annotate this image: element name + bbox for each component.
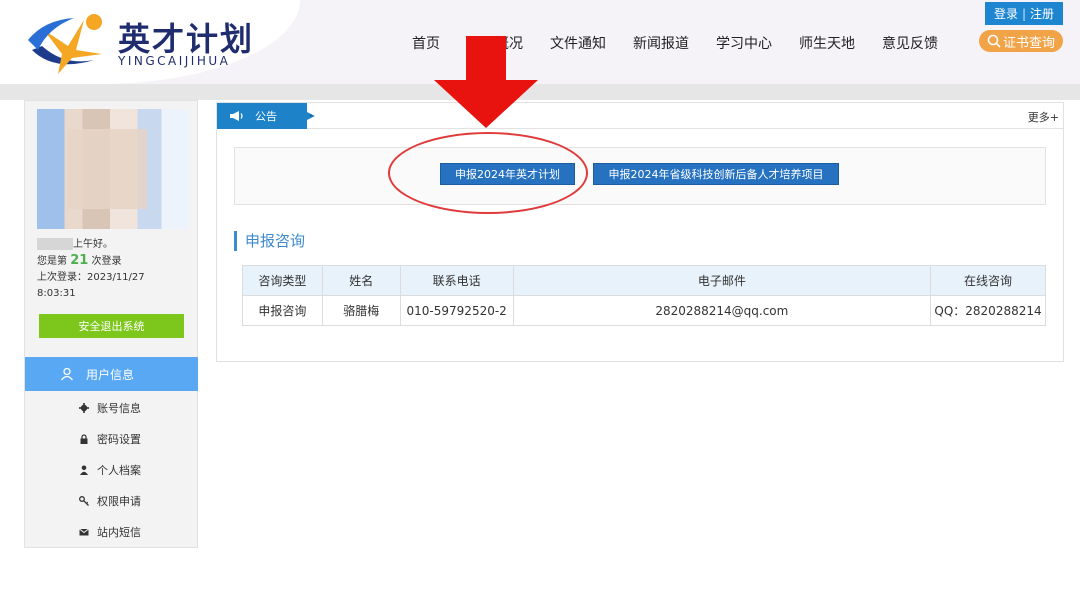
table-cell: 申报咨询 <box>242 295 323 326</box>
consult-table: 咨询类型 姓名 联系电话 电子邮件 在线咨询 申报咨询 骆腊梅 010-5979… <box>242 265 1046 326</box>
sidebar-item-label: 站内短信 <box>97 526 141 539</box>
more-link[interactable]: 更多+ <box>1028 109 1059 125</box>
greeting-text: 上午好。 <box>73 239 113 250</box>
blurred-name <box>37 238 73 250</box>
table-cell: 010-59792520-2 <box>399 295 514 326</box>
apply-box: 申报2024年英才计划 申报2024年省级科技创新后备人才培养项目 <box>234 147 1046 205</box>
table-header: 联系电话 <box>399 265 514 296</box>
login-link[interactable]: 登录 <box>994 5 1018 22</box>
header-divider <box>0 84 1080 100</box>
lock-icon <box>80 434 88 444</box>
apply-provincial-button[interactable]: 申报2024年省级科技创新后备人才培养项目 <box>593 163 839 185</box>
nav-teachers-students[interactable]: 师生天地 <box>799 33 855 53</box>
avatar <box>37 109 189 229</box>
notice-tab[interactable]: 公告 <box>217 103 315 129</box>
red-circle-annotation <box>388 132 588 214</box>
cert-search-button[interactable]: 证书查询 <box>979 30 1063 52</box>
megaphone-icon <box>230 111 243 121</box>
table-cell: 2820288214@qq.com <box>512 295 932 326</box>
last-login-time: 8:03:31 <box>37 288 76 299</box>
sidebar-item-label: 权限申请 <box>97 495 141 508</box>
last-login-label: 上次登录：2023/11/27 <box>37 272 145 283</box>
notice-tab-label: 公告 <box>255 110 277 123</box>
table-cell: QQ：2820288214 <box>930 295 1046 326</box>
table-header-row: 咨询类型 姓名 联系电话 电子邮件 在线咨询 <box>242 265 1046 296</box>
logo-subtitle: YINGCAIJIHUA <box>118 54 231 68</box>
content-panel: 公告 · 更多+ 申报2024年英才计划 申报2024年省级科技创新后备人才培养… <box>216 102 1064 362</box>
sidebar-item-user-info[interactable]: 用户信息 <box>25 357 198 391</box>
logo-swoosh-icon <box>28 14 102 74</box>
table-header: 咨询类型 <box>242 265 323 296</box>
sidebar-item-password[interactable]: 密码设置 <box>25 424 198 454</box>
cert-search-label: 证书查询 <box>1002 35 1055 51</box>
user-greeting: 上午好。 您是第 21 次登录 上次登录：2023/11/27 8:03:31 <box>37 237 145 302</box>
consult-title: 申报咨询 <box>234 231 305 251</box>
login-count: 21 <box>70 253 89 268</box>
sidebar-item-label: 个人档案 <box>97 464 141 477</box>
notice-bar: 公告 · 更多+ <box>217 103 1063 129</box>
logout-button[interactable]: 安全退出系统 <box>39 314 184 338</box>
nav-study-center[interactable]: 学习中心 <box>716 33 772 53</box>
site-header: 英才计划 YINGCAIJIHUA 首页 项目概况 文件通知 新闻报道 学习中心… <box>0 0 1080 84</box>
key-icon <box>79 496 89 506</box>
table-row: 申报咨询 骆腊梅 010-59792520-2 2820288214@qq.co… <box>242 295 1046 326</box>
sidebar-head-label: 用户信息 <box>86 367 135 382</box>
notice-text[interactable]: · <box>309 109 313 122</box>
auth-links: 登录 | 注册 <box>985 2 1063 25</box>
table-header: 电子邮件 <box>512 265 932 296</box>
nav-news[interactable]: 新闻报道 <box>633 33 689 53</box>
table-cell: 骆腊梅 <box>321 295 401 326</box>
table-header: 在线咨询 <box>930 265 1046 296</box>
nav-feedback[interactable]: 意见反馈 <box>882 33 938 53</box>
search-icon <box>987 34 1001 48</box>
gear-icon <box>79 403 89 413</box>
user-icon <box>60 367 74 381</box>
sidebar-item-profile[interactable]: 个人档案 <box>25 455 198 485</box>
login-suffix: 次登录 <box>91 256 122 267</box>
sidebar-item-label: 账号信息 <box>97 402 141 415</box>
sidebar-item-permission[interactable]: 权限申请 <box>25 486 198 516</box>
register-link[interactable]: 注册 <box>1030 5 1054 22</box>
person-icon <box>80 465 88 475</box>
login-prefix: 您是第 <box>37 256 67 267</box>
sidebar-item-messages[interactable]: 站内短信 <box>25 517 198 547</box>
mail-icon <box>79 528 89 536</box>
auth-separator: | <box>1021 6 1027 21</box>
nav-file-notice[interactable]: 文件通知 <box>550 33 606 53</box>
user-panel: 上午好。 您是第 21 次登录 上次登录：2023/11/27 8:03:31 … <box>24 100 198 548</box>
sidebar-item-label: 密码设置 <box>97 433 141 446</box>
red-arrow-annotation <box>434 36 538 128</box>
sidebar-item-account[interactable]: 账号信息 <box>25 393 198 423</box>
table-header: 姓名 <box>321 265 401 296</box>
